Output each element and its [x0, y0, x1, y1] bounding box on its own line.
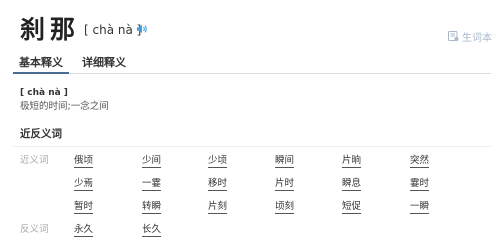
speaker-icon[interactable]	[136, 23, 148, 35]
synonym-link[interactable]: 片时	[275, 178, 295, 191]
synonyms-label: 近义词	[20, 155, 49, 166]
notebook-icon	[448, 31, 459, 41]
synonym-link[interactable]: 暂时	[74, 201, 94, 214]
section-divider	[13, 146, 491, 147]
synonym-link[interactable]: 一瞬	[410, 201, 430, 214]
synonym-link[interactable]: 短促	[342, 201, 362, 214]
synonym-link[interactable]: 顷刻	[275, 201, 295, 214]
antonyms-label: 反义词	[20, 224, 49, 235]
synonym-link[interactable]: 少焉	[74, 178, 94, 191]
definition-pinyin: [ chà nà ]	[20, 88, 68, 98]
synonym-link[interactable]: 俄顷	[74, 155, 94, 168]
synonym-link[interactable]: 瞬间	[275, 155, 295, 168]
synonym-link[interactable]: 片晌	[342, 155, 362, 168]
synonym-link[interactable]: 少间	[142, 155, 162, 168]
antonym-link[interactable]: 永久	[74, 224, 94, 237]
vocab-book-button[interactable]: 生词本	[447, 29, 492, 44]
definition-tabs: 基本释义 详细释义	[13, 55, 491, 74]
definition-text: 极短的时间;一念之间	[20, 101, 109, 112]
synonym-link[interactable]: 突然	[410, 155, 430, 168]
headword-pinyin: [ chà nà ]	[84, 23, 142, 37]
synonym-link[interactable]: 片刻	[208, 201, 228, 214]
headword: 刹那	[20, 15, 81, 44]
tab-basic-definition[interactable]: 基本释义	[13, 55, 69, 74]
synonym-link[interactable]: 瞬息	[342, 178, 362, 191]
vocab-book-label: 生词本	[462, 32, 492, 44]
related-words-title: 近反义词	[20, 128, 62, 140]
synonym-link[interactable]: 移时	[208, 178, 228, 191]
synonym-link[interactable]: 转瞬	[142, 201, 162, 214]
synonym-link[interactable]: 少顷	[208, 155, 228, 168]
antonym-link[interactable]: 长久	[142, 224, 162, 237]
tab-detailed-definition[interactable]: 详细释义	[71, 55, 137, 74]
synonym-link[interactable]: 霎时	[410, 178, 430, 191]
synonym-link[interactable]: 一霎	[142, 178, 162, 191]
